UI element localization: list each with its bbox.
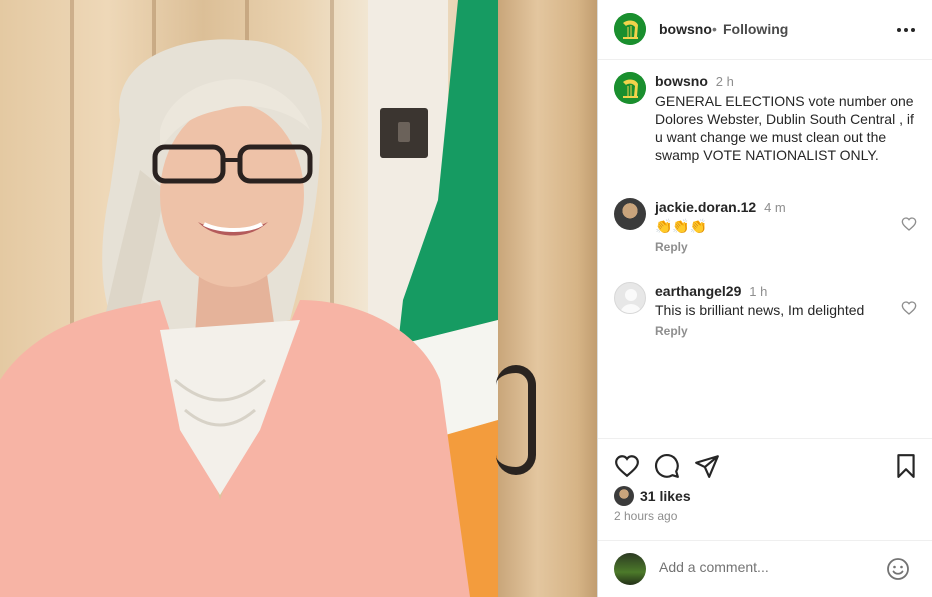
more-horizontal-icon xyxy=(897,28,915,32)
door-hinge xyxy=(496,365,536,475)
caption-username[interactable]: bowsno xyxy=(655,73,708,89)
bookmark-icon[interactable] xyxy=(893,453,919,479)
likes-count[interactable]: 31 likes xyxy=(640,488,691,504)
liker-avatar xyxy=(614,486,634,506)
comment-icon[interactable] xyxy=(654,453,680,479)
reply-button[interactable]: Reply xyxy=(655,324,688,338)
author-username[interactable]: bowsno xyxy=(659,21,712,37)
post-timestamp[interactable]: 2 hours ago xyxy=(614,509,677,523)
send-icon[interactable] xyxy=(694,453,720,479)
comment-text: 👏👏👏 xyxy=(655,218,708,234)
comment-item: earthangel29 1 h This is brilliant news,… xyxy=(598,282,932,352)
separator-dot: • xyxy=(712,21,717,37)
caption-author-avatar[interactable] xyxy=(614,72,646,104)
caption-text-block: bowsno 2 h GENERAL ELECTIONS vote number… xyxy=(655,72,917,164)
reply-button[interactable]: Reply xyxy=(655,240,688,254)
comment-text: This is brilliant news, Im delighted xyxy=(655,302,865,318)
smiley-icon[interactable] xyxy=(886,557,910,581)
comment-body: earthangel29 1 h This is brilliant news,… xyxy=(655,282,885,319)
following-button[interactable]: Following xyxy=(723,21,788,37)
heart-icon[interactable] xyxy=(614,453,640,479)
caption-timestamp[interactable]: 2 h xyxy=(716,74,734,89)
add-comment-input[interactable] xyxy=(659,559,869,575)
add-comment-bar xyxy=(598,540,932,597)
comment-body: jackie.doran.12 4 m 👏👏👏 xyxy=(655,198,885,235)
heart-icon[interactable] xyxy=(901,300,917,316)
comment-timestamp[interactable]: 1 h xyxy=(749,284,767,299)
person-figure xyxy=(0,39,470,597)
post-photo[interactable] xyxy=(0,0,597,597)
commenter-avatar[interactable] xyxy=(614,198,646,230)
harp-logo-icon xyxy=(614,72,646,104)
commenter-username[interactable]: jackie.doran.12 xyxy=(655,199,756,215)
comment-item: jackie.doran.12 4 m 👏👏👏 Reply xyxy=(598,198,932,268)
post-side-panel: bowsno • Following bowsno 2 h GENERAL EL… xyxy=(597,0,932,597)
door xyxy=(498,0,597,597)
commenter-username[interactable]: earthangel29 xyxy=(655,283,741,299)
commenter-avatar[interactable] xyxy=(614,282,646,314)
post-header: bowsno • Following xyxy=(598,0,932,60)
author-avatar[interactable] xyxy=(614,13,646,45)
likes-summary[interactable]: 31 likes xyxy=(614,486,691,506)
current-user-avatar xyxy=(614,553,646,585)
comment-timestamp[interactable]: 4 m xyxy=(764,200,786,215)
caption-body: GENERAL ELECTIONS vote number one Dolore… xyxy=(655,93,914,163)
more-options-button[interactable] xyxy=(894,18,918,42)
harp-logo-icon xyxy=(614,13,646,45)
heart-icon[interactable] xyxy=(901,216,917,232)
